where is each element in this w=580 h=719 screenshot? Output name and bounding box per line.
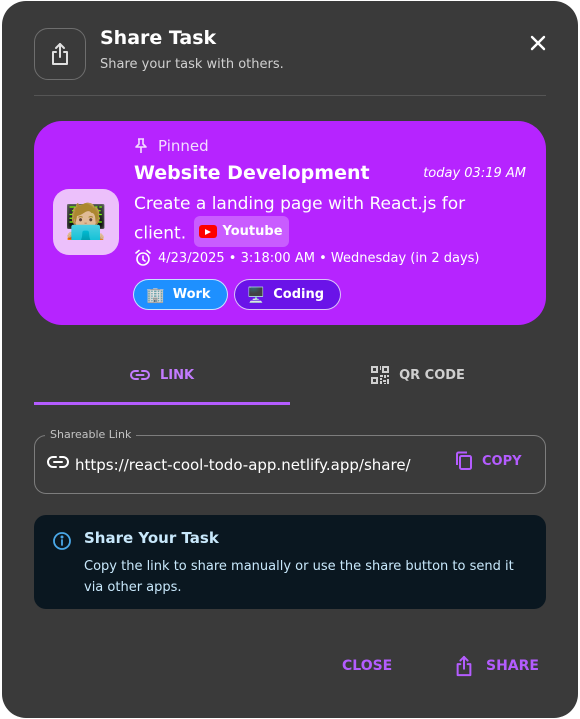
qr-code-icon [371, 366, 390, 384]
task-card: 🧑🏼‍💻 Pinned Website Development today 03… [34, 121, 546, 325]
share-task-dialog: Share Task Share your task with others. … [2, 1, 578, 718]
building-icon: 🏢 [146, 285, 165, 304]
link-icon [47, 456, 69, 468]
tab-link[interactable]: LINK [34, 347, 290, 403]
category-label: Work [172, 287, 211, 302]
shareable-link-field: Shareable Link COPY [34, 428, 546, 494]
link-icon [129, 370, 150, 380]
copy-icon [456, 451, 472, 470]
dialog-title: Share Task [100, 27, 217, 49]
share-icon [456, 655, 472, 677]
info-text: Copy the link to share manually or use t… [84, 559, 514, 595]
dialog-subtitle: Share your task with others. [100, 57, 284, 72]
alarm-clock-icon [135, 249, 151, 266]
category-chip-coding[interactable]: 🖥️ Coding [233, 279, 342, 310]
task-title: Website Development [134, 162, 370, 184]
copy-button-label: COPY [482, 453, 522, 469]
active-tab-indicator [34, 402, 290, 405]
deadline-text: 4/23/2025 • 3:18:00 AM • Wednesday (in 2… [158, 250, 480, 266]
info-alert: Share Your Task Copy the link to share m… [34, 515, 546, 609]
share-button[interactable]: SHARE [454, 655, 539, 677]
task-time: today 03:19 AM [423, 166, 526, 181]
share-icon [34, 28, 86, 80]
shareable-link-label: Shareable Link [45, 428, 137, 441]
close-button[interactable]: CLOSE [342, 658, 392, 674]
youtube-link-chip[interactable]: Youtube [193, 216, 289, 247]
tab-link-label: LINK [159, 367, 195, 383]
task-description: Create a landing page with React.js for … [134, 191, 514, 249]
tab-qr-code-label: QR CODE [399, 367, 465, 383]
shareable-link-input[interactable] [75, 452, 437, 478]
pinned-label: Pinned [134, 137, 209, 155]
youtube-chip-label: Youtube [222, 224, 283, 239]
close-icon[interactable] [526, 31, 550, 55]
header-divider [34, 95, 546, 96]
category-chip-work[interactable]: 🏢 Work [133, 279, 228, 310]
info-icon [53, 532, 71, 550]
tab-qr-code[interactable]: QR CODE [290, 347, 546, 403]
pin-icon [135, 138, 147, 153]
share-button-label: SHARE [486, 658, 539, 674]
category-chips: 🏢 Work 🖥️ Coding [133, 279, 347, 310]
info-title: Share Your Task [84, 529, 219, 547]
copy-button[interactable]: COPY [455, 451, 522, 471]
task-avatar: 🧑🏼‍💻 [53, 189, 119, 255]
task-description-text: Create a landing page with React.js for … [134, 194, 466, 244]
youtube-icon [198, 225, 217, 238]
desktop-computer-icon: 🖥️ [246, 285, 266, 304]
pinned-text: Pinned [158, 137, 209, 155]
task-deadline: 4/23/2025 • 3:18:00 AM • Wednesday (in 2… [134, 249, 480, 267]
category-label: Coding [273, 287, 325, 302]
